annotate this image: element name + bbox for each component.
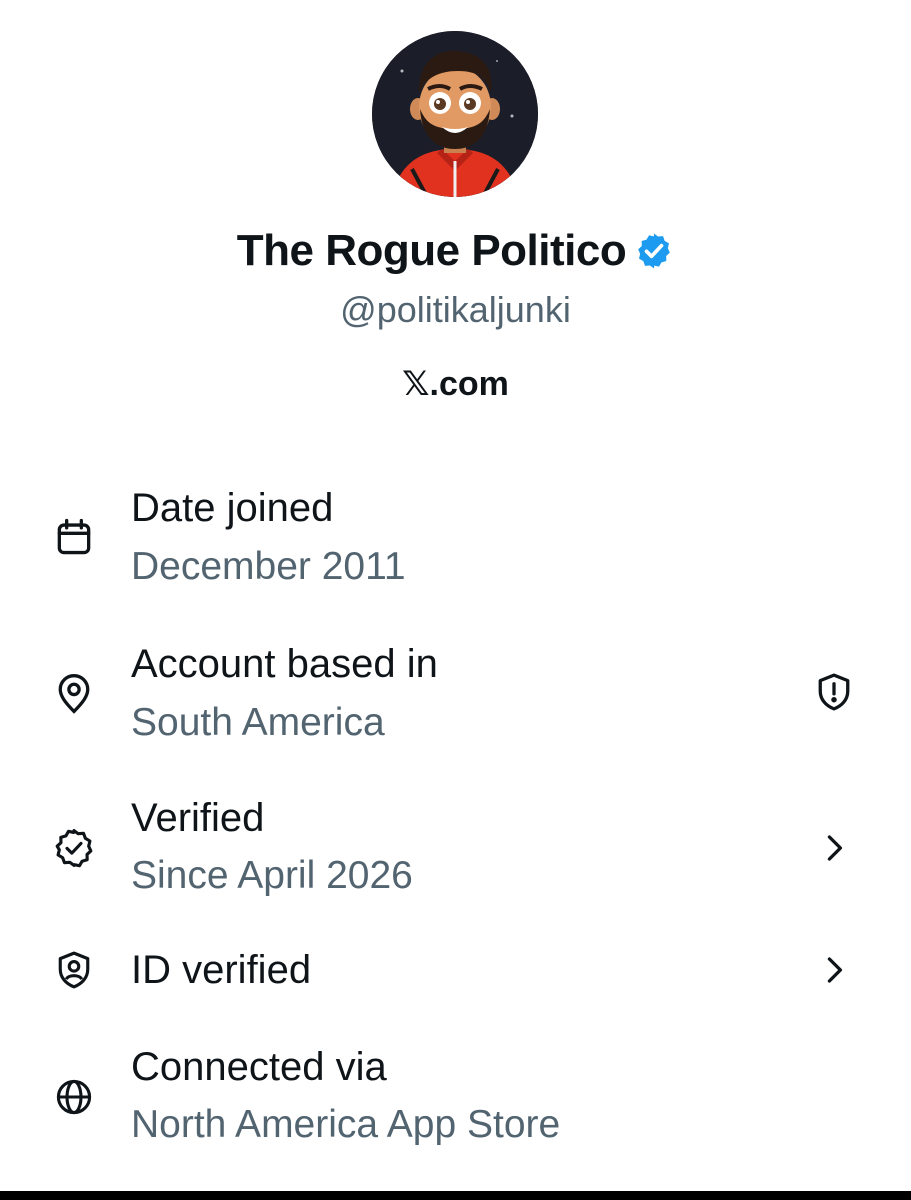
detail-label-based-in: Account based in xyxy=(131,642,438,686)
detail-value-based-in: South America xyxy=(131,701,385,744)
verified-badge-icon[interactable] xyxy=(634,231,674,271)
detail-label-connected-via: Connected via xyxy=(131,1045,387,1089)
profile-handle: @politikaljunki xyxy=(340,289,571,330)
display-name: The Rogue Politico xyxy=(236,226,627,275)
profile-avatar[interactable] xyxy=(372,31,538,197)
detail-label-verified: Verified xyxy=(131,796,265,840)
location-pin-icon xyxy=(52,672,96,716)
detail-value-date-joined: December 2011 xyxy=(131,545,406,588)
detail-value-verified: Since April 2026 xyxy=(131,854,413,897)
verified-check-icon xyxy=(52,826,96,870)
detail-label-id-verified: ID verified xyxy=(131,948,312,992)
id-shield-icon xyxy=(52,948,96,992)
globe-icon xyxy=(52,1075,96,1119)
chevron-right-icon[interactable] xyxy=(812,948,856,992)
chevron-right-icon[interactable] xyxy=(812,826,856,870)
calendar-icon xyxy=(52,515,96,559)
profile-name-row: The Rogue Politico xyxy=(0,226,911,276)
website-label: 𝕏.com xyxy=(402,365,509,403)
detail-label-date-joined: Date joined xyxy=(131,486,334,530)
bottom-edge-bar xyxy=(0,1191,911,1200)
avatar-illustration xyxy=(372,31,538,197)
shield-alert-icon[interactable] xyxy=(812,670,856,714)
detail-value-connected-via: North America App Store xyxy=(131,1103,561,1146)
